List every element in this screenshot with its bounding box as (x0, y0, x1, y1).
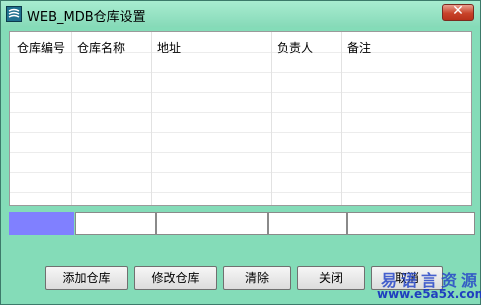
column-divider (271, 32, 272, 205)
row-divider (10, 132, 471, 133)
row-divider (10, 72, 471, 73)
warehouse-settings-window: WEB_MDB仓库设置 ✕ 仓库编号 仓库名称 地址 负责人 备注 添加仓库 修… (0, 0, 481, 305)
warehouse-name-field[interactable] (75, 212, 156, 235)
manager-field[interactable] (268, 212, 347, 235)
row-divider (10, 92, 471, 93)
row-divider (10, 152, 471, 153)
edit-warehouse-button[interactable]: 修改仓库 (134, 266, 217, 290)
warehouse-table[interactable]: 仓库编号 仓库名称 地址 负责人 备注 (9, 31, 472, 206)
close-icon: ✕ (452, 3, 464, 19)
column-header-warehouse-id[interactable]: 仓库编号 (17, 39, 65, 56)
column-divider (151, 32, 152, 205)
title-bar[interactable]: WEB_MDB仓库设置 ✕ (1, 1, 480, 27)
add-warehouse-button[interactable]: 添加仓库 (45, 266, 128, 290)
column-divider (341, 32, 342, 205)
row-divider (10, 192, 471, 193)
close-button[interactable]: 关闭 (297, 266, 365, 290)
column-header-notes[interactable]: 备注 (347, 39, 371, 56)
cancel-button[interactable]: 取消 (371, 266, 443, 290)
window-title: WEB_MDB仓库设置 (27, 10, 146, 25)
notes-field[interactable] (347, 212, 475, 235)
column-header-manager[interactable]: 负责人 (277, 39, 313, 56)
column-divider (71, 32, 72, 205)
clear-button[interactable]: 清除 (223, 266, 291, 290)
app-logo-icon (6, 6, 22, 22)
close-window-button[interactable]: ✕ (442, 3, 474, 21)
address-field[interactable] (156, 212, 268, 235)
column-header-warehouse-name[interactable]: 仓库名称 (77, 39, 125, 56)
column-header-address[interactable]: 地址 (157, 39, 181, 56)
row-divider (10, 112, 471, 113)
row-divider (10, 172, 471, 173)
warehouse-id-field[interactable] (9, 212, 74, 235)
